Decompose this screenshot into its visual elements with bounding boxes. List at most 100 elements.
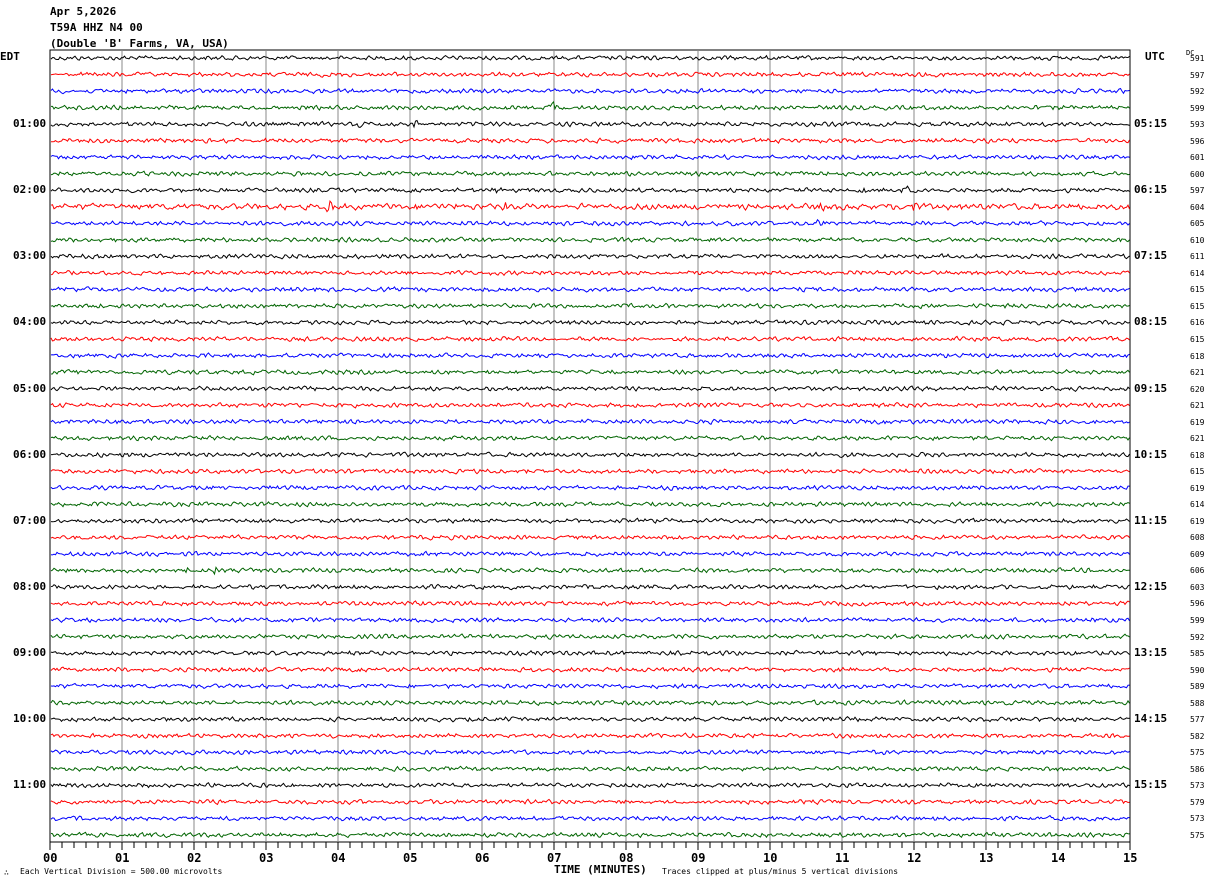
- utc-hour-label: 12:15: [1134, 579, 1168, 593]
- utc-hour-label: 08:15: [1134, 315, 1168, 329]
- dc-value: 609: [1190, 549, 1205, 559]
- seismic-trace: [50, 119, 1130, 129]
- seismic-trace: [50, 517, 1130, 525]
- x-tick-label: 02: [187, 851, 202, 865]
- x-tick-label: 13: [979, 851, 994, 865]
- dc-value: 586: [1190, 764, 1205, 774]
- seismic-trace: [50, 715, 1130, 723]
- seismic-trace: [50, 550, 1130, 558]
- seismic-trace: [50, 352, 1130, 359]
- seismic-trace: [50, 153, 1130, 161]
- dc-value: 593: [1190, 120, 1205, 130]
- x-tick-label: 03: [259, 851, 274, 865]
- seismic-trace: [50, 286, 1130, 293]
- edt-hour-label: 10:00: [13, 712, 47, 726]
- dc-value: 591: [1190, 54, 1205, 63]
- seismic-trace: [50, 749, 1130, 756]
- dc-value: 597: [1190, 186, 1205, 196]
- dc-value: 619: [1190, 417, 1205, 427]
- dc-value: 621: [1190, 434, 1205, 444]
- seismic-trace: [50, 418, 1130, 425]
- edt-hour-label: 03:00: [13, 249, 47, 263]
- dc-value: 608: [1190, 533, 1205, 543]
- utc-hour-label: 05:15: [1134, 117, 1168, 131]
- dc-value: 575: [1190, 748, 1205, 758]
- plot-frame: [49, 49, 1131, 843]
- seismic-trace: [51, 100, 1130, 111]
- utc-hour-label: 13:15: [1134, 646, 1168, 660]
- seismic-trace: [50, 566, 1130, 576]
- edt-hour-label: 01:00: [13, 117, 47, 131]
- clip-note: Traces clipped at plus/minus 5 vertical …: [662, 867, 899, 876]
- dc-value: 597: [1190, 70, 1205, 80]
- seismic-trace: [50, 782, 1130, 789]
- dc-value: 596: [1190, 136, 1205, 146]
- dc-value: 577: [1190, 715, 1205, 725]
- dc-value: 619: [1190, 483, 1205, 493]
- helicorder-plot: [49, 49, 1131, 850]
- dc-value: 619: [1190, 516, 1205, 526]
- x-tick-label: 05: [403, 851, 418, 865]
- edt-hour-label: 02:00: [13, 183, 47, 197]
- dc-value: 592: [1190, 632, 1205, 642]
- seismic-trace: [50, 335, 1130, 343]
- dc-value: 610: [1190, 235, 1205, 245]
- seismic-trace: [50, 434, 1130, 442]
- utc-hour-label: 11:15: [1134, 513, 1168, 527]
- dc-value: 589: [1190, 682, 1205, 692]
- dc-value: 615: [1190, 335, 1205, 344]
- seismic-trace: [50, 185, 1130, 194]
- x-axis-label: TIME (MINUTES): [554, 863, 647, 876]
- dc-value: 585: [1190, 649, 1205, 659]
- seismic-trace: [50, 583, 1130, 591]
- x-tick-label: 06: [475, 851, 490, 865]
- seismic-trace: [50, 385, 1130, 393]
- dc-value: 599: [1190, 616, 1205, 626]
- x-tick-label: 14: [1051, 851, 1066, 865]
- seismic-trace: [50, 402, 1130, 409]
- seismic-trace: [50, 368, 1130, 376]
- seismic-trace: [50, 87, 1130, 95]
- seismic-trace: [50, 302, 1130, 310]
- seismic-trace: [50, 682, 1130, 690]
- edt-hour-label: 09:00: [13, 646, 47, 660]
- seismic-trace: [50, 170, 1130, 178]
- seismic-trace: [50, 253, 1130, 260]
- dc-value: 614: [1190, 500, 1205, 510]
- seismic-trace: [50, 468, 1130, 475]
- seismic-trace: [50, 54, 1130, 61]
- x-tick-label: 11: [835, 851, 850, 865]
- edt-hour-label: 11:00: [13, 778, 47, 792]
- seismic-trace: [50, 814, 1130, 822]
- seismic-trace: [50, 319, 1130, 326]
- seismic-trace: [50, 484, 1130, 491]
- dc-value: 618: [1190, 450, 1205, 460]
- dc-value: 621: [1190, 368, 1205, 378]
- utc-hour-label: 09:15: [1134, 381, 1168, 395]
- dc-value: 579: [1190, 797, 1205, 807]
- dc-value: 620: [1190, 384, 1205, 394]
- edt-hour-label: 07:00: [13, 513, 47, 527]
- x-tick-label: 15: [1123, 851, 1138, 865]
- seismic-trace: [50, 699, 1130, 706]
- seismic-trace: [50, 218, 1130, 227]
- seismic-trace: [50, 765, 1130, 772]
- utc-hour-label: 06:15: [1134, 183, 1168, 197]
- seismic-trace: [50, 71, 1130, 78]
- dc-value: 615: [1190, 467, 1205, 477]
- seismic-trace: [50, 732, 1130, 739]
- dc-value: 621: [1190, 401, 1205, 411]
- seismic-trace: [50, 798, 1130, 806]
- dc-value: 606: [1190, 566, 1205, 576]
- dc-value: 573: [1190, 814, 1205, 824]
- dc-value: 616: [1190, 318, 1205, 328]
- dc-value: 618: [1190, 351, 1205, 361]
- x-tick-label: 10: [763, 851, 778, 865]
- dc-value: 575: [1190, 830, 1205, 840]
- utc-hour-label: 10:15: [1134, 447, 1168, 461]
- utc-hour-label: 15:15: [1134, 778, 1168, 792]
- x-tick-label: 09: [691, 851, 706, 865]
- dc-value: 605: [1190, 219, 1205, 229]
- seismic-trace: [50, 831, 1130, 839]
- dc-value: 614: [1190, 268, 1205, 278]
